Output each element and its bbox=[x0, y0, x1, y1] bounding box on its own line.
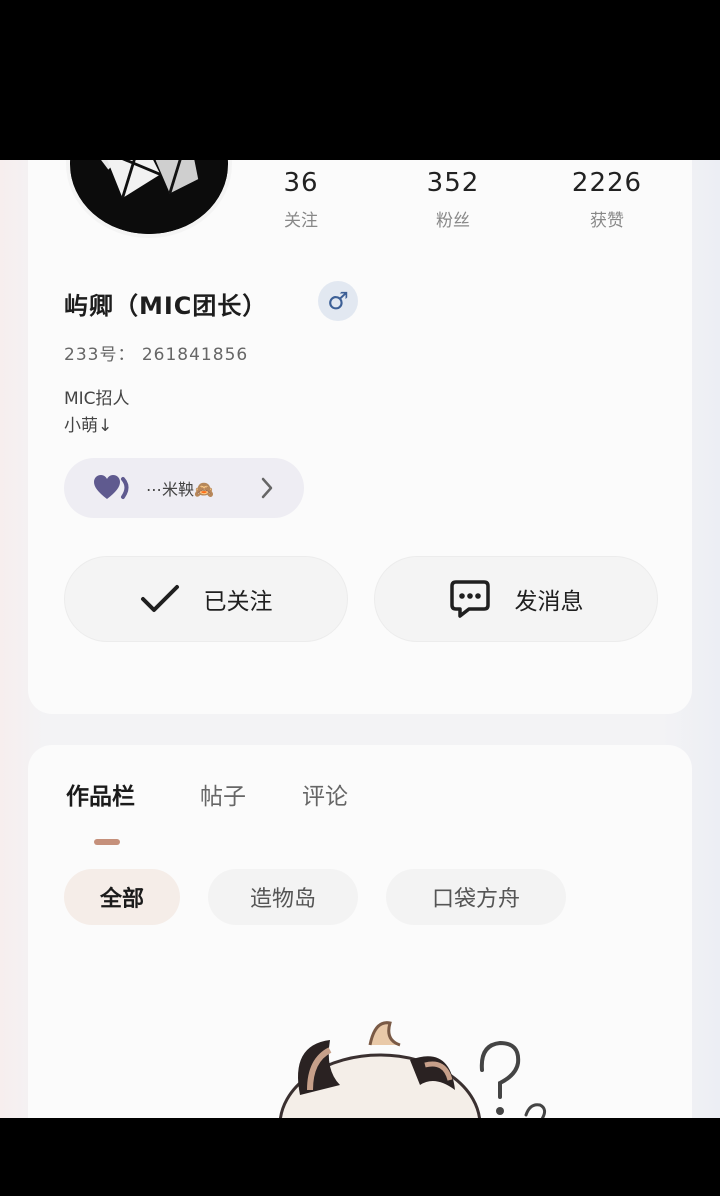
heart-badge-icon bbox=[94, 475, 129, 499]
stat-likes-label: 获赞 bbox=[590, 211, 624, 231]
chat-bubble-icon bbox=[449, 579, 491, 619]
bottom-black-bar bbox=[0, 1118, 720, 1196]
profile-stats: 36 关注 352 粉丝 2226 获赞 bbox=[224, 166, 684, 246]
empty-state-illustration bbox=[250, 1015, 560, 1118]
message-button-label: 发消息 bbox=[514, 589, 584, 615]
avatar[interactable] bbox=[66, 160, 232, 238]
works-card: 作品栏 帖子 评论 全部 造物岛 口袋方舟 bbox=[28, 745, 692, 1118]
mascot-art bbox=[279, 1021, 547, 1118]
profile-screen: 36 关注 352 粉丝 2226 获赞 屿卿（MIC团长） ♂ 233号： 2… bbox=[0, 160, 720, 1118]
message-button[interactable]: 发消息 bbox=[374, 556, 658, 642]
bio-line-1: MIC招人 bbox=[64, 389, 130, 409]
profile-card: 36 关注 352 粉丝 2226 获赞 屿卿（MIC团长） ♂ 233号： 2… bbox=[28, 160, 692, 714]
tab-indicator bbox=[94, 839, 120, 845]
stat-following-value: 36 bbox=[283, 168, 319, 198]
tab-comments[interactable]: 评论 bbox=[302, 777, 348, 811]
filter-pocket-ark[interactable]: 口袋方舟 bbox=[386, 869, 566, 925]
bio-line-2: 小萌↓ bbox=[64, 416, 113, 436]
stat-likes[interactable]: 2226 获赞 bbox=[542, 166, 672, 231]
bio: MIC招人 小萌↓ bbox=[64, 386, 130, 440]
follow-button[interactable]: 已关注 bbox=[64, 556, 348, 642]
avatar-art bbox=[70, 160, 228, 234]
stat-likes-value: 2226 bbox=[571, 168, 643, 198]
filter-all[interactable]: 全部 bbox=[64, 869, 180, 925]
top-black-bar bbox=[0, 0, 720, 160]
filter-creation-island[interactable]: 造物岛 bbox=[208, 869, 358, 925]
gender-badge: ♂ bbox=[318, 281, 358, 321]
fan-badge-text: ⋯米鞅🙈 bbox=[146, 480, 214, 499]
male-icon: ♂ bbox=[327, 287, 349, 315]
chevron-right-icon bbox=[261, 477, 273, 499]
stat-following[interactable]: 36 关注 bbox=[236, 166, 366, 231]
tab-posts[interactable]: 帖子 bbox=[200, 777, 246, 811]
user-id: 233号： 261841856 bbox=[64, 345, 249, 365]
stat-following-label: 关注 bbox=[284, 211, 318, 231]
tab-works[interactable]: 作品栏 bbox=[66, 777, 135, 811]
fan-badge-pill[interactable]: ⋯米鞅🙈 bbox=[64, 458, 304, 518]
follow-button-label: 已关注 bbox=[203, 589, 273, 615]
stat-followers-value: 352 bbox=[426, 168, 480, 198]
check-icon bbox=[140, 584, 180, 614]
username: 屿卿（MIC团长） bbox=[64, 292, 268, 320]
stat-followers[interactable]: 352 粉丝 bbox=[388, 166, 518, 231]
stat-followers-label: 粉丝 bbox=[436, 211, 470, 231]
